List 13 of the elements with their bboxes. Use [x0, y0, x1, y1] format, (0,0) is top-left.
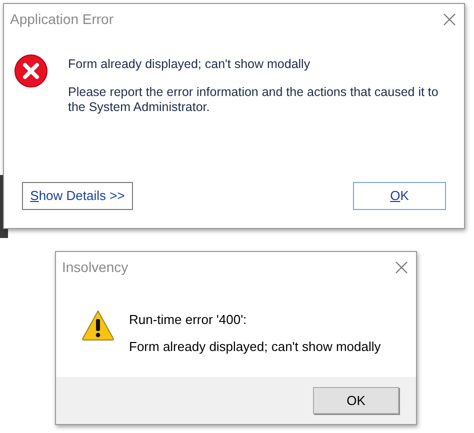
ok-button[interactable]: OK	[313, 387, 399, 414]
ok-button[interactable]: OK	[353, 182, 446, 210]
show-details-button[interactable]: Show Details >>	[22, 182, 133, 210]
window-title: Insolvency	[62, 258, 128, 277]
error-icon	[14, 54, 48, 88]
message-text: Form already displayed; can't show modally	[68, 57, 312, 72]
message-text: Please report the error information and the actions that caused it to the System Administrator.	[68, 85, 440, 115]
close-icon[interactable]	[395, 260, 408, 274]
close-icon[interactable]	[443, 12, 456, 26]
message-text: Run-time error '400':	[129, 312, 248, 327]
warning-icon	[81, 309, 115, 341]
message-text: Form already displayed; can't show modally	[129, 339, 381, 354]
window-title: Application Error	[10, 10, 114, 29]
